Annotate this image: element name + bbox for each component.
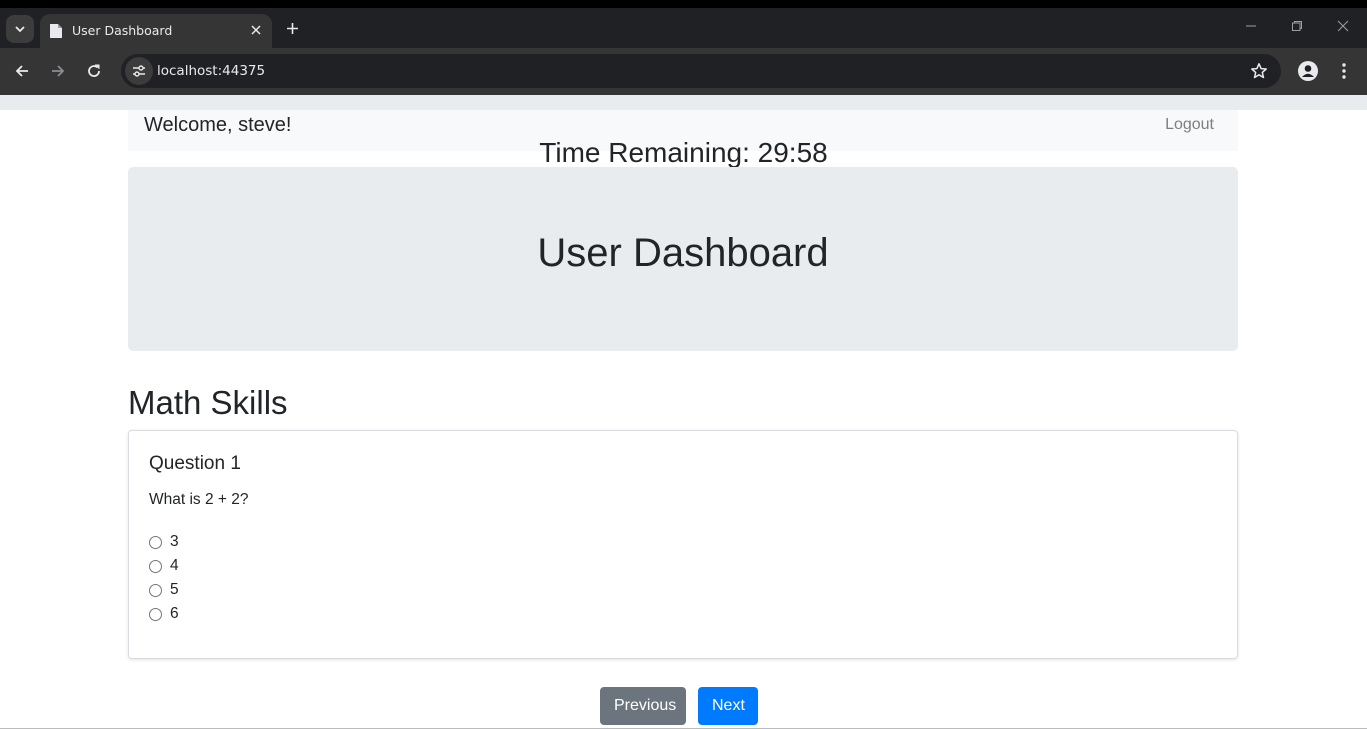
section-title: Math Skills: [128, 384, 288, 421]
url-text[interactable]: localhost:44375: [157, 63, 265, 79]
tab-title: User Dashboard: [72, 23, 173, 38]
site-info-button[interactable]: [125, 57, 153, 85]
page-content: Welcome, steve! Logout Time Remaining: 2…: [0, 95, 1367, 729]
star-icon: [1250, 62, 1268, 80]
answer-label: 6: [170, 605, 179, 622]
answer-label: 3: [170, 533, 179, 550]
time-remaining: Time Remaining: 29:58: [539, 137, 828, 168]
question-title: Question 1: [149, 453, 241, 474]
answer-radio[interactable]: [149, 583, 162, 597]
question-card: Question 1 What is 2 + 2? 3 4 5 6: [128, 430, 1238, 659]
tab-search-button[interactable]: [6, 15, 34, 43]
answer-option[interactable]: 6: [149, 602, 179, 626]
profile-button[interactable]: [1297, 60, 1319, 82]
answer-radio[interactable]: [149, 559, 162, 573]
address-bar[interactable]: localhost:44375: [121, 54, 1281, 88]
answer-option[interactable]: 5: [149, 578, 179, 602]
answer-label: 4: [170, 557, 179, 574]
page-top-strip: [0, 95, 1367, 110]
browser-toolbar: localhost:44375: [0, 48, 1367, 95]
restore-button[interactable]: [1287, 16, 1307, 36]
restore-icon: [1291, 20, 1303, 32]
person-icon: [1298, 61, 1318, 81]
close-icon[interactable]: [248, 22, 264, 38]
new-tab-button[interactable]: [282, 18, 302, 38]
answer-radio[interactable]: [149, 607, 162, 621]
question-text: What is 2 + 2?: [149, 491, 249, 508]
tab-user-dashboard[interactable]: User Dashboard: [40, 14, 272, 48]
tune-icon: [132, 65, 146, 77]
close-icon: [1337, 20, 1349, 32]
answer-options: 3 4 5 6: [149, 530, 179, 626]
reload-icon: [86, 63, 102, 79]
more-vert-icon: [1342, 63, 1346, 79]
previous-button[interactable]: Previous: [600, 687, 686, 725]
reload-button[interactable]: [82, 59, 106, 83]
document-icon: [49, 23, 63, 39]
answer-label: 5: [170, 581, 179, 598]
plus-icon: [286, 22, 299, 35]
answer-radio[interactable]: [149, 535, 162, 549]
next-button[interactable]: Next: [698, 687, 758, 725]
close-window-button[interactable]: [1333, 16, 1353, 36]
answer-option[interactable]: 4: [149, 554, 179, 578]
minimize-button[interactable]: [1241, 16, 1261, 36]
browser-menu-button[interactable]: [1334, 60, 1354, 82]
tab-strip: User Dashboard: [0, 8, 1367, 48]
minimize-icon: [1245, 20, 1257, 32]
page-title: User Dashboard: [537, 231, 829, 275]
jumbotron: User Dashboard: [128, 167, 1238, 351]
logout-link[interactable]: Logout: [1165, 116, 1214, 134]
arrow-right-icon: [50, 63, 66, 79]
arrow-left-icon: [14, 63, 30, 79]
welcome-text: Welcome, steve!: [144, 114, 292, 136]
browser-window: User Dashboard localhost:44375 Welcome, …: [0, 8, 1367, 729]
bookmark-button[interactable]: [1249, 61, 1269, 81]
forward-button[interactable]: [46, 59, 70, 83]
back-button[interactable]: [10, 59, 34, 83]
answer-option[interactable]: 3: [149, 530, 179, 554]
chevron-down-icon: [14, 23, 26, 35]
